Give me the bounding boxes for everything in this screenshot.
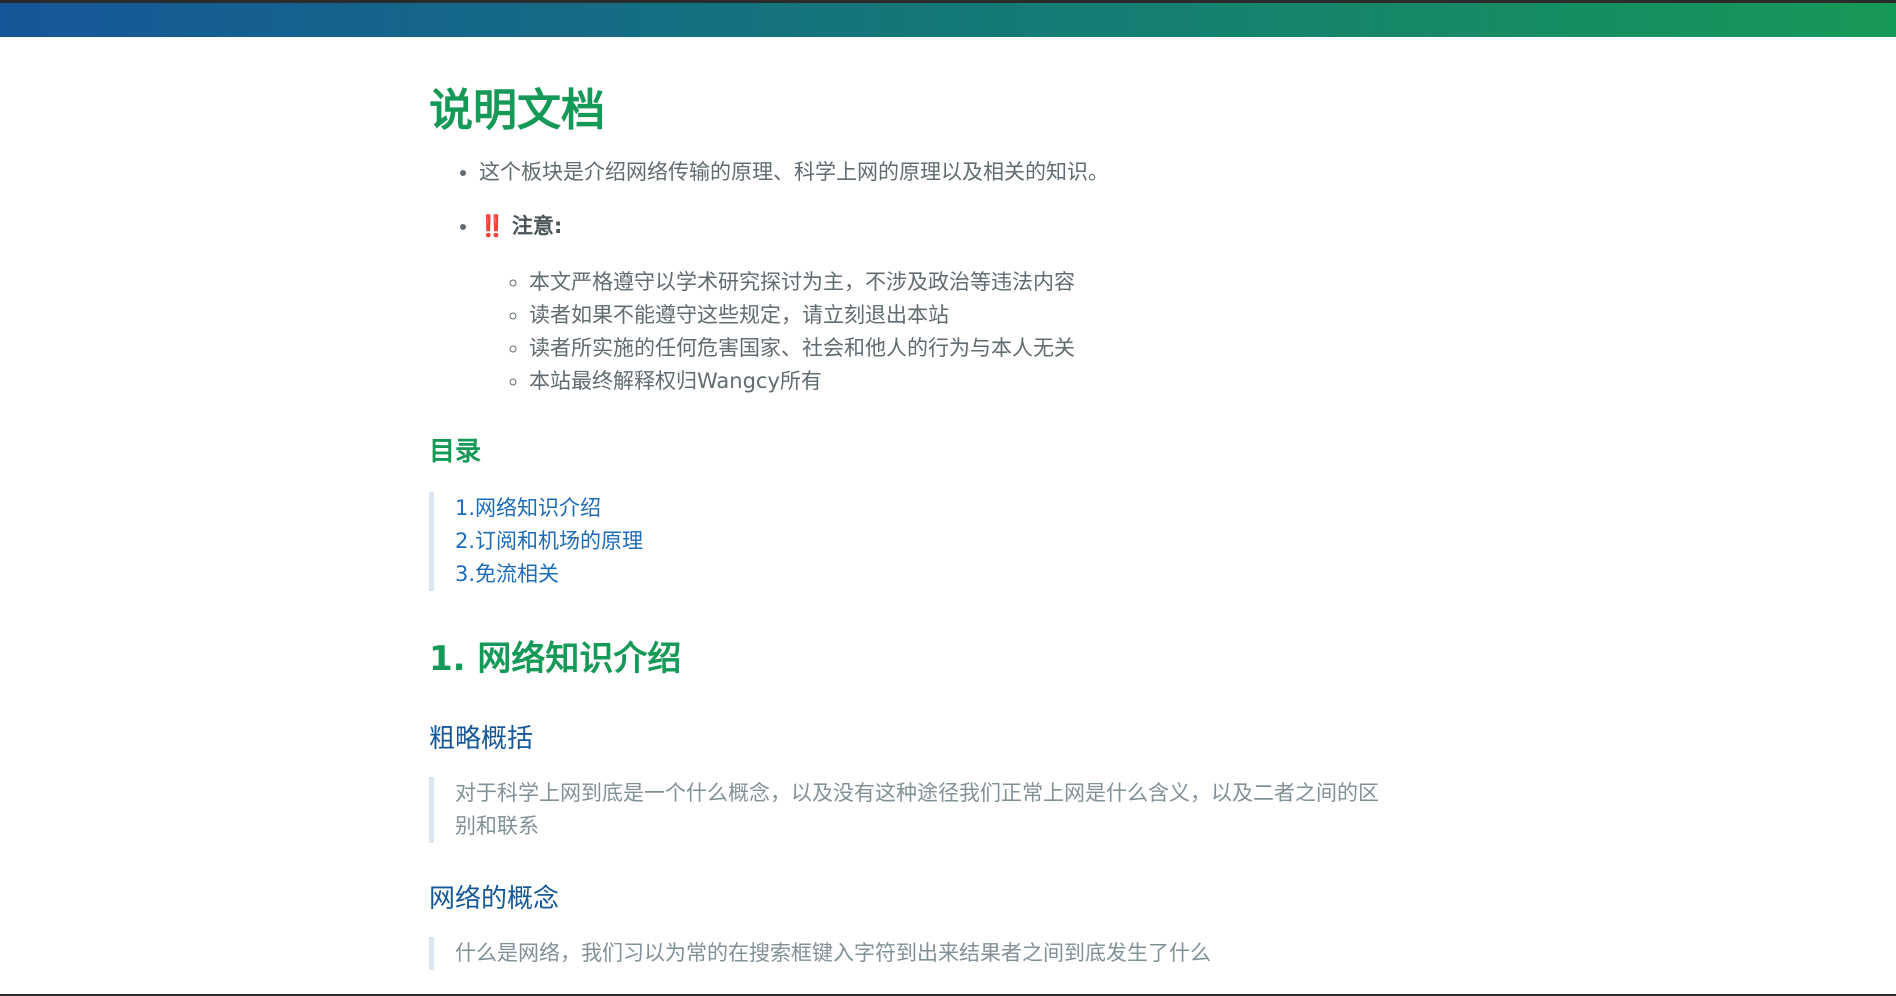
notice-label: 注意: bbox=[511, 214, 563, 238]
page-header-banner bbox=[0, 3, 1896, 37]
toc-list: 1.网络知识介绍 2.订阅和机场的原理 3.免流相关 bbox=[429, 492, 1389, 591]
toc-link-network-knowledge[interactable]: 1.网络知识介绍 bbox=[455, 492, 1389, 525]
notice-list: 本文严格遵守以学术研究探讨为主，不涉及政治等违法内容 读者如果不能遵守这些规定，… bbox=[479, 266, 1389, 398]
intro-text: 这个板块是介绍网络传输的原理、科学上网的原理以及相关的知识。 bbox=[479, 160, 1109, 184]
subsection-description: 对于科学上网到底是一个什么概念，以及没有这种途径我们正常上网是什么含义，以及二者… bbox=[429, 777, 1389, 843]
main-content: 说明文档 这个板块是介绍网络传输的原理、科学上网的原理以及相关的知识。 ‼️ 注… bbox=[429, 80, 1389, 970]
toc-link-subscription-principle[interactable]: 2.订阅和机场的原理 bbox=[455, 525, 1389, 558]
subsection-description: 什么是网络，我们习以为常的在搜索框键入字符到出来结果者之间到底发生了什么 bbox=[429, 937, 1389, 970]
intro-item: 这个板块是介绍网络传输的原理、科学上网的原理以及相关的知识。 bbox=[479, 156, 1389, 188]
notice-list-item: 读者如果不能遵守这些规定，请立刻退出本站 bbox=[529, 299, 1389, 332]
notice-list-item: 本站最终解释权归Wangcy所有 bbox=[529, 365, 1389, 398]
notice-item: ‼️ 注意: 本文严格遵守以学术研究探讨为主，不涉及政治等违法内容 读者如果不能… bbox=[479, 210, 1389, 398]
subsection-heading-network-concept: 网络的概念 bbox=[429, 884, 560, 914]
subsection-heading-overview: 粗略概括 bbox=[429, 724, 534, 754]
notice-list-item: 读者所实施的任何危害国家、社会和他人的行为与本人无关 bbox=[529, 332, 1389, 365]
section-title-network-knowledge: 1. 网络知识介绍 bbox=[429, 639, 682, 679]
toc-link-free-data[interactable]: 3.免流相关 bbox=[455, 558, 1389, 591]
page-title: 说明文档 bbox=[429, 85, 605, 136]
intro-list: 这个板块是介绍网络传输的原理、科学上网的原理以及相关的知识。 ‼️ 注意: 本文… bbox=[429, 156, 1389, 398]
warning-icon: ‼️ bbox=[479, 214, 506, 238]
notice-list-item: 本文严格遵守以学术研究探讨为主，不涉及政治等违法内容 bbox=[529, 266, 1389, 299]
toc-heading: 目录 bbox=[429, 437, 482, 467]
